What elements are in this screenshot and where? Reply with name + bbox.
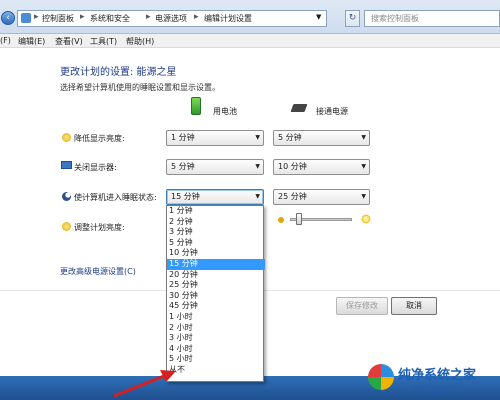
chevron-right-icon: ▸ [80, 12, 85, 22]
row-label: 使计算机进入睡眠状态: [74, 193, 157, 202]
breadcrumb-item[interactable]: 编辑计划设置 [204, 13, 252, 24]
dropdown-option[interactable]: 2 小时 [167, 323, 265, 334]
select-value: 25 分钟 [278, 192, 307, 201]
dropdown-option[interactable]: 1 小时 [167, 312, 265, 323]
dropdown-option[interactable]: 25 分钟 [167, 280, 265, 291]
dropdown-option[interactable]: 4 小时 [167, 344, 265, 355]
arrow-shaft [113, 374, 165, 398]
row-label: 调整计划亮度: [74, 223, 125, 232]
chevron-right-icon: ▸ [34, 12, 39, 22]
watermark-url: www.ycwjzy.com [412, 385, 463, 392]
dim-plugged-select[interactable]: 5 分钟 ▼ [273, 130, 370, 146]
select-value: 5 分钟 [171, 162, 195, 171]
dim-battery-select[interactable]: 1 分钟 ▼ [166, 130, 264, 146]
page-subtitle: 选择希望计算机使用的睡眠设置和显示设置。 [60, 83, 220, 92]
power-plug-icon [290, 104, 308, 112]
slider-thumb[interactable] [296, 213, 302, 225]
chevron-down-icon: ▼ [255, 134, 260, 141]
chevron-down-icon: ▼ [361, 134, 366, 141]
chevron-down-icon: ▼ [361, 193, 366, 200]
dropdown-option[interactable]: 30 分钟 [167, 291, 265, 302]
display-off-plugged-select[interactable]: 10 分钟 ▼ [273, 159, 370, 175]
chevron-right-icon: ▸ [146, 12, 151, 22]
dropdown-option[interactable]: 45 分钟 [167, 301, 265, 312]
select-value: 1 分钟 [171, 133, 195, 142]
brightness-high-icon [361, 214, 371, 224]
breadcrumb-item[interactable]: 控制面板 [42, 13, 74, 24]
search-input[interactable]: 搜索控制面板 [364, 10, 500, 27]
cancel-button[interactable]: 取消 [391, 297, 437, 315]
dropdown-option[interactable]: 10 分钟 [167, 248, 265, 259]
sleep-moon-icon [62, 192, 71, 201]
dropdown-option[interactable]: 5 分钟 [167, 238, 265, 249]
dropdown-option[interactable]: 1 分钟 [167, 206, 265, 217]
menu-file[interactable]: (F) [0, 36, 11, 45]
chevron-down-icon: ▼ [255, 163, 260, 170]
breadcrumb[interactable]: ▸ 控制面板 ▸ 系统和安全 ▸ 电源选项 ▸ 编辑计划设置 ▼ [17, 10, 327, 27]
save-button[interactable]: 保存修改 [336, 297, 388, 315]
sleep-battery-select[interactable]: 15 分钟 ▼ [166, 189, 264, 205]
column-battery: 用电池 [213, 107, 237, 116]
dropdown-option[interactable]: 3 小时 [167, 333, 265, 344]
dropdown-option[interactable]: 2 分钟 [167, 217, 265, 228]
dropdown-option[interactable]: 3 分钟 [167, 227, 265, 238]
chevron-down-icon: ▼ [361, 163, 366, 170]
monitor-icon [61, 161, 72, 169]
logo-icon [368, 364, 394, 390]
watermark: 纯净系统之家 www.ycwjzy.com [362, 356, 500, 400]
control-panel-icon [21, 13, 31, 23]
menu-edit[interactable]: 编辑(E) [18, 36, 45, 47]
annotation-arrow [113, 370, 176, 398]
chevron-down-icon: ▼ [255, 193, 260, 200]
menu-tools[interactable]: 工具(T) [90, 36, 117, 47]
back-button[interactable]: ‹ [1, 11, 15, 25]
dropdown-option-selected[interactable]: 15 分钟 [167, 259, 265, 270]
page-title: 更改计划的设置: 能源之星 [60, 67, 177, 78]
advanced-settings-link[interactable]: 更改高级电源设置(C) [60, 266, 136, 277]
sleep-dropdown-list[interactable]: 1 分钟 2 分钟 3 分钟 5 分钟 10 分钟 15 分钟 20 分钟 25… [166, 205, 265, 382]
chevron-down-icon[interactable]: ▼ [316, 13, 321, 21]
chevron-right-icon: ▸ [194, 12, 199, 22]
row-label: 降低显示亮度: [74, 134, 125, 143]
watermark-text: 纯净系统之家 [398, 368, 477, 383]
menu-view[interactable]: 查看(V) [55, 36, 83, 47]
battery-icon [191, 97, 201, 115]
row-label: 关闭显示器: [74, 163, 117, 172]
breadcrumb-item[interactable]: 系统和安全 [90, 13, 130, 24]
menu-bar: (F) 编辑(E) 查看(V) 工具(T) 帮助(H) [0, 34, 500, 48]
breadcrumb-item[interactable]: 电源选项 [155, 13, 187, 24]
address-bar: ‹ ▸ 控制面板 ▸ 系统和安全 ▸ 电源选项 ▸ 编辑计划设置 ▼ ↻ 搜索控… [0, 0, 500, 34]
brightness-icon [62, 222, 71, 231]
select-value: 15 分钟 [171, 192, 200, 201]
dropdown-option[interactable]: 20 分钟 [167, 270, 265, 281]
select-value: 10 分钟 [278, 162, 307, 171]
sleep-plugged-select[interactable]: 25 分钟 ▼ [273, 189, 370, 205]
brightness-low-icon [278, 217, 284, 223]
column-plugged: 接通电源 [316, 107, 348, 116]
refresh-button[interactable]: ↻ [345, 10, 360, 27]
search-placeholder: 搜索控制面板 [371, 14, 419, 23]
select-value: 5 分钟 [278, 133, 302, 142]
display-off-battery-select[interactable]: 5 分钟 ▼ [166, 159, 264, 175]
menu-help[interactable]: 帮助(H) [126, 36, 154, 47]
dim-display-icon [62, 133, 71, 142]
